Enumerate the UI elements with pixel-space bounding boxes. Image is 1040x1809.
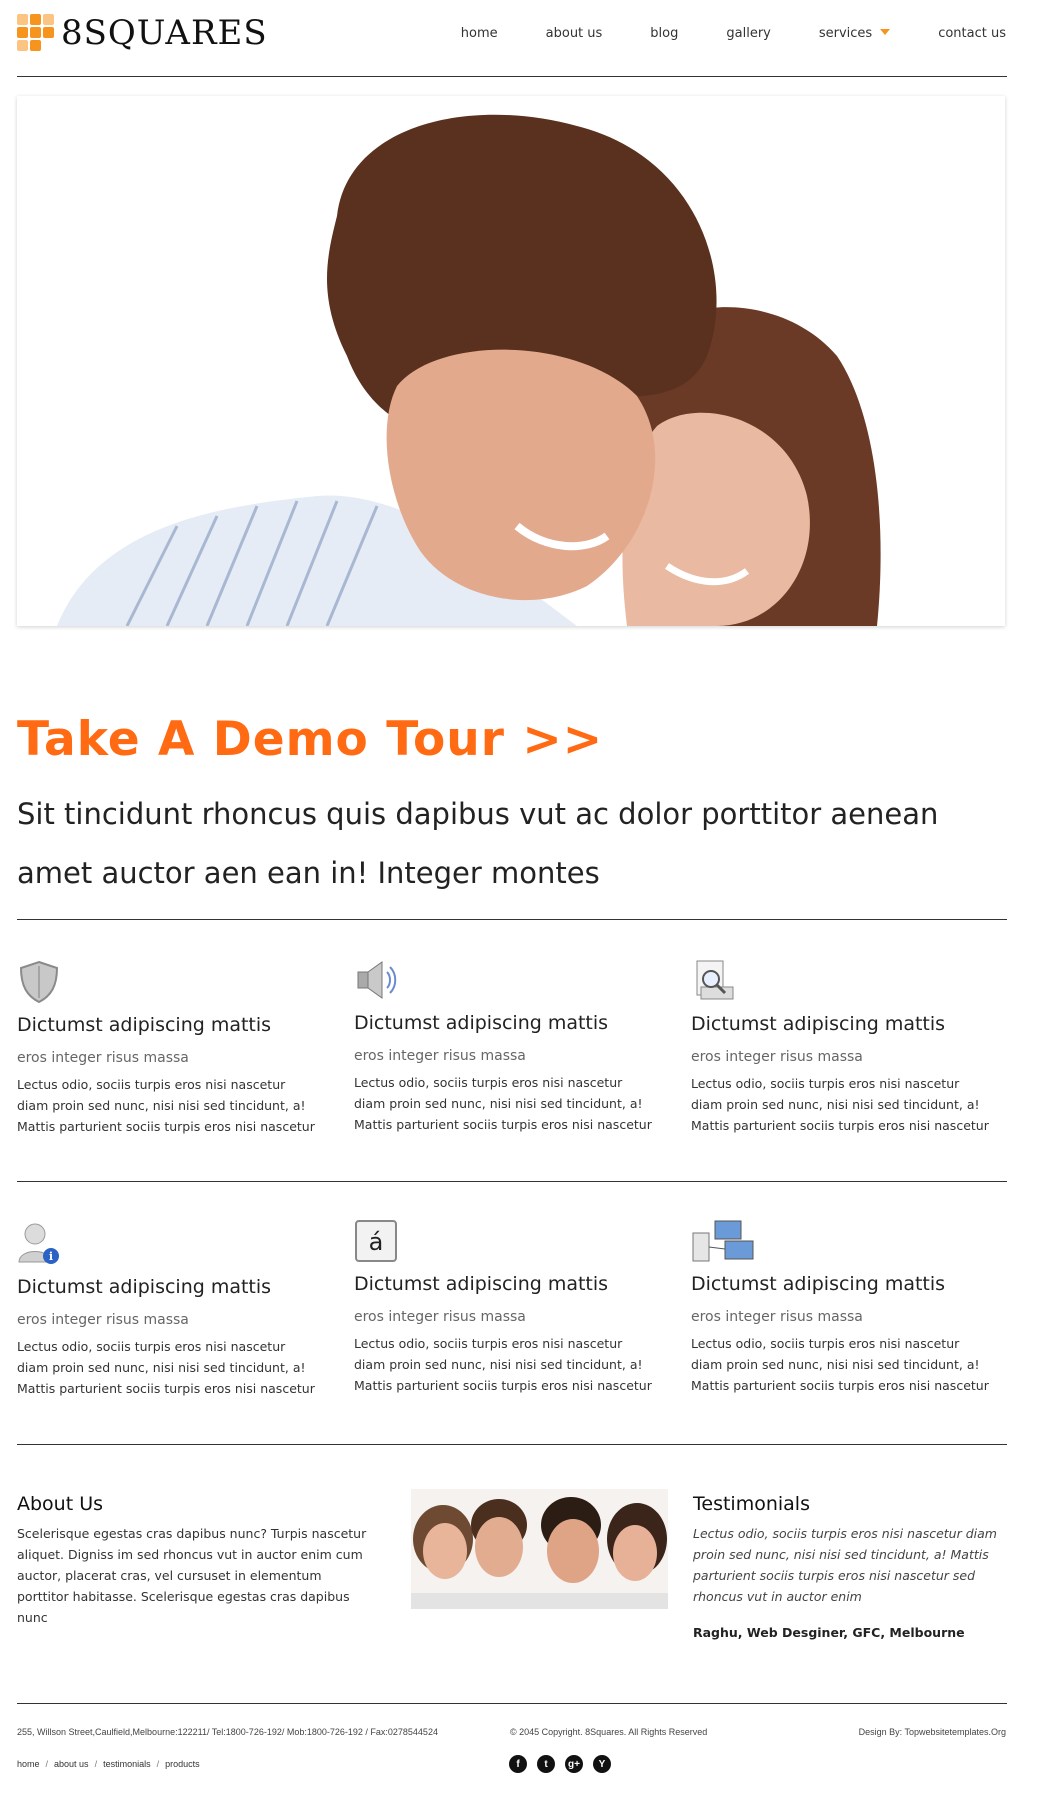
separator: / — [45, 1759, 49, 1769]
footer-copyright: © 2045 Copyright. 8Squares. All Rights R… — [510, 1727, 708, 1737]
divider — [17, 76, 1007, 77]
feature-title: Dictumst adipiscing mattis — [354, 1273, 609, 1295]
testimonial-author: Raghu, Web Desginer, GFC, Melbourne — [693, 1625, 965, 1640]
user-info-icon: i — [18, 1223, 59, 1264]
feature-text: Lectus odio, sociis turpis eros nisi nas… — [691, 1076, 989, 1133]
social-links: f t g+ Y — [509, 1755, 621, 1773]
feature-subtitle: eros integer risus massa — [691, 1049, 863, 1065]
logo-squares-icon — [17, 14, 55, 52]
feature-title: Dictumst adipiscing mattis — [17, 1276, 272, 1298]
divider — [17, 1703, 1007, 1704]
network-computers-icon — [692, 1220, 754, 1262]
divider — [17, 1181, 1007, 1182]
main-nav: home about us blog gallery services cont… — [413, 26, 1006, 41]
nav-home[interactable]: home — [461, 26, 498, 41]
nav-services-label: services — [818, 26, 873, 41]
testimonials-heading: Testimonials — [693, 1493, 810, 1515]
nav-services[interactable]: services — [818, 26, 891, 41]
feature-card: Dictumst adipiscing mattis eros integer … — [354, 958, 654, 1135]
footer-address: 255, Willson Street,Caulfield,Melbourne:… — [17, 1727, 438, 1737]
feature-subtitle: eros integer risus massa — [17, 1312, 189, 1328]
testimonial-quote: Lectus odio, sociis turpis eros nisi nas… — [693, 1526, 997, 1604]
shield-icon — [19, 960, 59, 1004]
logo-text: 8SQUARES — [61, 13, 268, 53]
about-text: Scelerisque egestas cras dapibus nunc? T… — [17, 1526, 367, 1625]
feature-title: Dictumst adipiscing mattis — [691, 1273, 946, 1295]
feature-subtitle: eros integer risus massa — [691, 1309, 863, 1325]
group-of-people-image — [411, 1489, 668, 1609]
group-photo — [411, 1489, 668, 1609]
feature-card: Dictumst adipiscing mattis eros integer … — [691, 959, 991, 1136]
facebook-icon[interactable]: f — [509, 1755, 527, 1773]
feature-subtitle: eros integer risus massa — [354, 1048, 526, 1064]
footer-link-products[interactable]: products — [165, 1759, 200, 1769]
feature-card: Dictumst adipiscing mattis eros integer … — [17, 960, 317, 1137]
separator: / — [156, 1759, 160, 1769]
footer-link-testimonials[interactable]: testimonials — [103, 1759, 151, 1769]
feature-text: Lectus odio, sociis turpis eros nisi nas… — [354, 1075, 652, 1132]
divider — [17, 1444, 1007, 1445]
character-key-icon: á — [355, 1220, 397, 1262]
feature-text: Lectus odio, sociis turpis eros nisi nas… — [691, 1336, 989, 1393]
nav-blog[interactable]: blog — [650, 26, 678, 41]
svg-text:i: i — [49, 1250, 53, 1263]
yahoo-icon[interactable]: Y — [593, 1755, 611, 1773]
couple-photo — [17, 96, 1005, 626]
separator: / — [94, 1759, 98, 1769]
feature-subtitle: eros integer risus massa — [354, 1309, 526, 1325]
lead-text: Sit tincidunt rhoncus quis dapibus vut a… — [17, 797, 939, 890]
feature-text: Lectus odio, sociis turpis eros nisi nas… — [354, 1336, 652, 1393]
feature-text: Lectus odio, sociis turpis eros nisi nas… — [17, 1339, 315, 1396]
svg-text:á: á — [369, 1228, 384, 1256]
feature-title: Dictumst adipiscing mattis — [691, 1013, 946, 1035]
feature-subtitle: eros integer risus massa — [17, 1050, 189, 1066]
divider — [17, 919, 1007, 920]
feature-text: Lectus odio, sociis turpis eros nisi nas… — [17, 1077, 315, 1134]
feature-card: Dictumst adipiscing mattis eros integer … — [691, 1219, 991, 1396]
footer-design-credit[interactable]: Design By: Topwebsitetemplates.Org — [859, 1727, 1006, 1737]
speaker-icon — [357, 961, 397, 999]
google-plus-icon[interactable]: g+ — [565, 1755, 583, 1773]
nav-gallery[interactable]: gallery — [726, 26, 770, 41]
footer-link-home[interactable]: home — [17, 1759, 40, 1769]
footer-link-about-us[interactable]: about us — [54, 1759, 89, 1769]
feature-card: i Dictumst adipiscing mattis eros intege… — [17, 1222, 317, 1399]
twitter-icon[interactable]: t — [537, 1755, 555, 1773]
site-logo[interactable]: 8SQUARES — [17, 13, 268, 53]
nav-contact-us[interactable]: contact us — [938, 26, 1006, 41]
nav-about-us[interactable]: about us — [546, 26, 603, 41]
search-document-icon — [696, 960, 734, 1000]
hero-image — [17, 96, 1005, 626]
chevron-down-icon — [880, 28, 891, 35]
footer-links: home / about us / testimonials / products — [17, 1759, 200, 1769]
feature-title: Dictumst adipiscing mattis — [354, 1012, 609, 1034]
demo-tour-link[interactable]: Take A Demo Tour >> — [17, 712, 603, 767]
feature-title: Dictumst adipiscing mattis — [17, 1014, 272, 1036]
about-heading: About Us — [17, 1493, 104, 1515]
feature-card: á Dictumst adipiscing mattis eros intege… — [354, 1219, 654, 1396]
